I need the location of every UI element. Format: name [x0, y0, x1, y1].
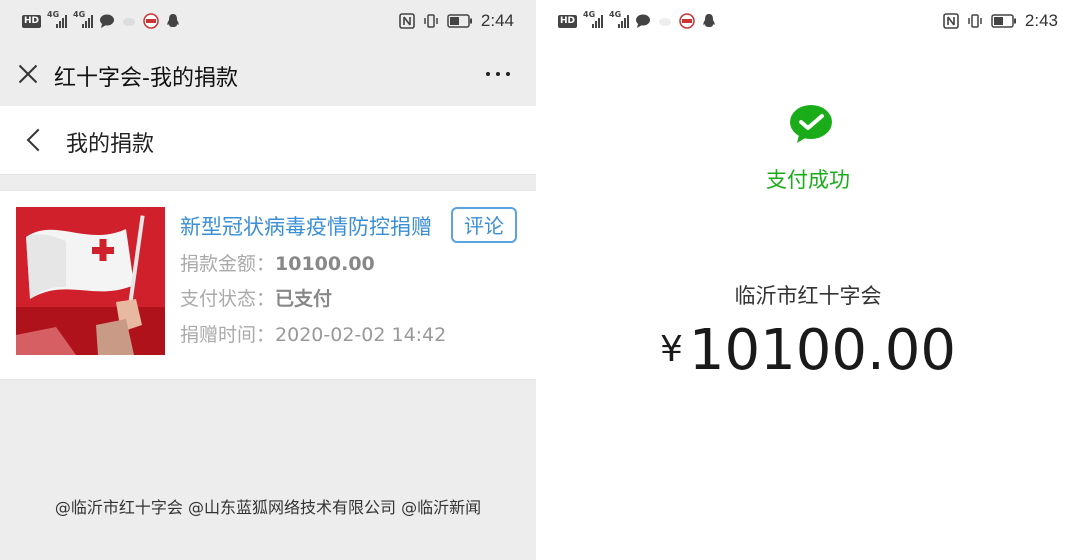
battery-icon [991, 14, 1016, 28]
pay-status-value: 已支付 [275, 288, 333, 310]
vibrate-icon [424, 14, 438, 28]
status-left-icons: HD 4G 4G [22, 11, 181, 31]
news-app-icon [143, 13, 159, 29]
page-header: 我的捐款 [0, 106, 536, 175]
hd-badge: HD [22, 14, 42, 28]
amount-row: 捐款金额：10100.00 [180, 249, 375, 276]
amount-value: 10100.00 [275, 253, 375, 275]
amount-label: 捐款金额： [180, 253, 276, 275]
pay-status-label: 支付状态： [180, 288, 276, 310]
nfc-icon [399, 13, 415, 29]
news-app-icon [679, 13, 695, 29]
donation-time-row: 捐赠时间：2020-02-02 14:42 [180, 320, 446, 347]
more-icon[interactable] [486, 72, 510, 76]
currency-symbol: ¥ [659, 329, 683, 370]
qq-icon [703, 14, 715, 27]
nfc-icon [943, 13, 959, 29]
donation-record-screen: HD 4G 4G 2:44 红十字会-我的捐款 我的捐款 新型冠状病毒疫情防控捐… [0, 0, 536, 560]
pay-status-row: 支付状态：已支付 [180, 284, 332, 311]
wechat-title-bar: 红十字会-我的捐款 [0, 42, 536, 106]
cloud-icon [659, 18, 672, 26]
back-chevron-icon[interactable] [24, 129, 46, 151]
chat-icon [100, 14, 115, 28]
amount-value: 10100.00 [688, 318, 957, 383]
hd-badge: HD [558, 14, 578, 28]
vibrate-icon [968, 14, 982, 28]
payment-status-text: 支付成功 [766, 168, 850, 192]
status-time: 2:44 [480, 11, 514, 30]
signal-icon: 4G [583, 11, 604, 28]
status-time: 2:43 [1024, 11, 1058, 30]
status-left-icons: HD 4G 4G [558, 11, 717, 31]
signal-icon: 4G [73, 11, 94, 28]
donation-time-value: 2020-02-02 14:42 [275, 324, 447, 346]
payee-name: 临沂市红十字会 [734, 284, 882, 308]
cloud-icon [123, 18, 136, 26]
chat-icon [636, 14, 651, 28]
red-cross-flag-image [16, 207, 165, 355]
battery-icon [447, 14, 472, 28]
window-title: 红十字会-我的捐款 [54, 66, 238, 91]
footer-credit: @临沂市红十字会 @山东蓝狐网络技术有限公司 @临沂新闻 [54, 498, 482, 517]
payment-amount: ¥10100.00 [536, 318, 1080, 383]
status-right-icons: 2:43 [943, 10, 1058, 32]
comment-button[interactable]: 评论 [451, 207, 517, 243]
donation-time-label: 捐赠时间： [180, 324, 276, 346]
close-icon[interactable] [16, 62, 40, 86]
status-right-icons: 2:44 [399, 10, 514, 32]
payment-success-screen: HD 4G 4G 2:43 支付成功 临沂市红十字会 ¥10100.00 [536, 0, 1080, 560]
project-name-link[interactable]: 新型冠状病毒疫情防控捐赠 [180, 211, 432, 241]
signal-icon: 4G [47, 11, 68, 28]
qq-icon [167, 14, 179, 27]
signal-icon: 4G [609, 11, 630, 28]
status-bar: HD 4G 4G 2:43 [536, 0, 1080, 42]
donation-card[interactable]: 新型冠状病毒疫情防控捐赠 评论 捐款金额：10100.00 支付状态：已支付 捐… [0, 190, 536, 380]
wechat-pay-icon [790, 105, 832, 143]
page-title: 我的捐款 [66, 132, 155, 157]
status-bar: HD 4G 4G 2:44 [0, 0, 536, 42]
